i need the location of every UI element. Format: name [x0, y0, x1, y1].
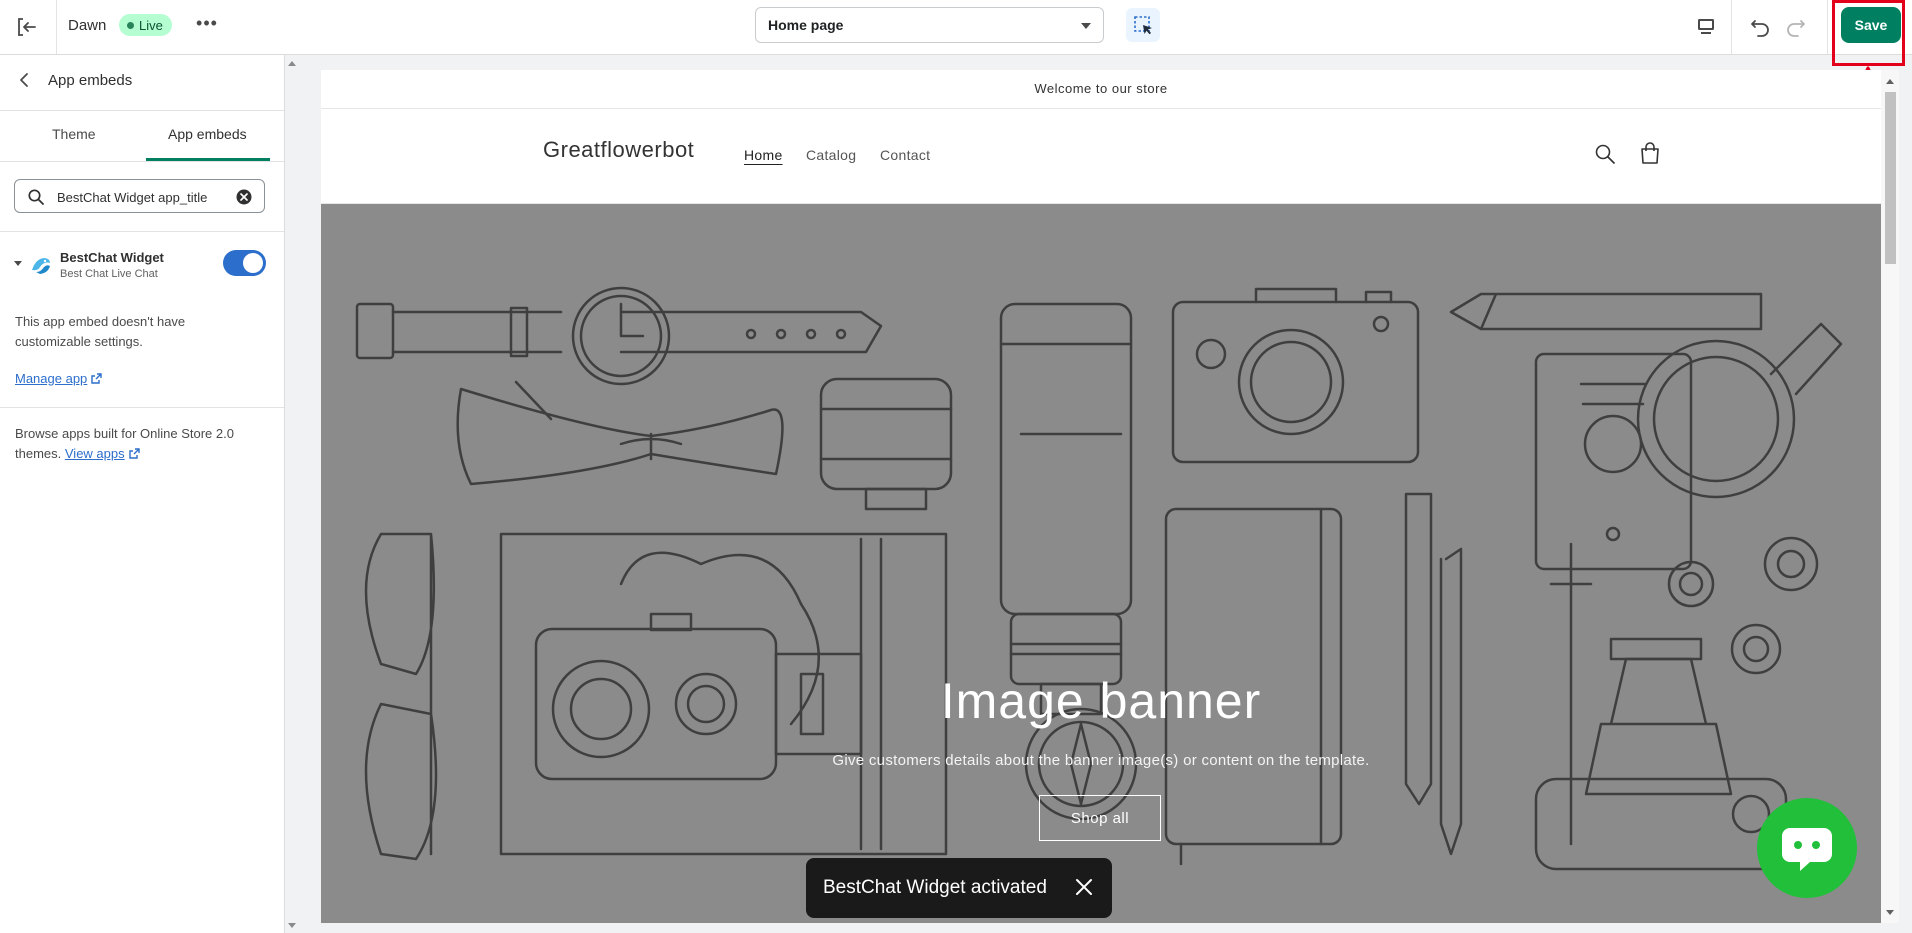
- tab-theme-label: Theme: [52, 126, 96, 142]
- page-select[interactable]: Home page: [755, 7, 1104, 43]
- embed-app-subtitle: Best Chat Live Chat: [60, 268, 158, 280]
- nav-home[interactable]: Home: [744, 147, 783, 163]
- preview-scrollbar[interactable]: [1881, 70, 1899, 923]
- close-icon[interactable]: [1073, 876, 1095, 898]
- scroll-up-icon[interactable]: [1886, 79, 1894, 84]
- tabs-divider: [0, 161, 284, 162]
- view-apps-label: View apps: [64, 446, 125, 461]
- chat-icon: [1782, 828, 1832, 871]
- banner-text: Give customers details about the banner …: [832, 752, 1370, 769]
- tab-theme[interactable]: Theme: [0, 55, 146, 161]
- scroll-down-icon[interactable]: [1886, 910, 1894, 915]
- embed-toggle[interactable]: [223, 250, 266, 276]
- scroll-up-icon[interactable]: [288, 61, 296, 66]
- sidebar: App embeds Theme App embeds BestChat Wid…: [0, 55, 285, 933]
- browse-apps-text: Browse apps built for Online Store 2.0 t…: [15, 424, 270, 464]
- tab-app-embeds[interactable]: App embeds: [146, 55, 270, 161]
- view-apps-link[interactable]: View apps: [65, 446, 140, 461]
- shop-all-button[interactable]: Shop all: [1039, 795, 1161, 841]
- desktop-icon[interactable]: [1692, 12, 1720, 40]
- embed-info-text: This app embed doesn't have customizable…: [15, 314, 186, 349]
- live-badge: Live: [119, 14, 172, 36]
- exit-icon[interactable]: [14, 14, 40, 40]
- bestchat-app-icon: [30, 254, 52, 276]
- nav-contact[interactable]: Contact: [880, 147, 930, 163]
- search-divider: [0, 231, 284, 232]
- toggle-knob: [243, 253, 263, 273]
- live-badge-label: Live: [139, 17, 163, 33]
- chat-widget-button[interactable]: [1757, 798, 1857, 898]
- clear-icon[interactable]: [235, 188, 253, 206]
- store-header: Greatflowerbot Home Catalog Contact: [321, 109, 1881, 204]
- tab-app-embeds-label: App embeds: [168, 126, 247, 142]
- topbar-divider: [1827, 0, 1828, 54]
- topbar-divider: [56, 0, 57, 54]
- toast-notification: BestChat Widget activated: [806, 858, 1112, 918]
- search-icon: [27, 188, 45, 206]
- inspector-icon[interactable]: [1126, 8, 1160, 42]
- embed-app-name: BestChat Widget: [60, 250, 164, 265]
- undo-icon[interactable]: [1746, 12, 1774, 40]
- page-select-value: Home page: [768, 17, 844, 33]
- chevron-down-icon: [1081, 23, 1091, 29]
- store-search-icon[interactable]: [1594, 143, 1616, 165]
- sidebar-tabs: Theme App embeds: [0, 55, 284, 162]
- announcement-bar: Welcome to our store: [321, 70, 1881, 109]
- theme-name: Dawn: [68, 17, 107, 34]
- redo-icon[interactable]: [1782, 12, 1810, 40]
- sidebar-scrollbar[interactable]: [285, 55, 299, 933]
- scrollbar-thumb[interactable]: [1885, 92, 1896, 264]
- cart-icon[interactable]: [1639, 142, 1661, 166]
- toast-message: BestChat Widget activated: [823, 877, 1047, 898]
- save-highlight-box: [1832, 0, 1905, 66]
- manage-app-label: Manage app: [15, 371, 88, 386]
- external-link-icon: [91, 373, 102, 384]
- scroll-down-icon[interactable]: [288, 923, 296, 928]
- manage-app-link[interactable]: Manage app: [15, 371, 102, 386]
- topbar-divider: [1731, 0, 1732, 54]
- store-preview: Welcome to our store Greatflowerbot Home…: [321, 70, 1881, 923]
- editor-topbar: Dawn Live ••• Home page Save: [0, 0, 1912, 55]
- live-dot-icon: [127, 21, 134, 29]
- banner-heading: Image banner: [940, 673, 1262, 729]
- image-banner: Image banner Give customers details abou…: [321, 204, 1881, 923]
- external-link-icon: [128, 448, 140, 459]
- more-icon[interactable]: •••: [196, 14, 218, 38]
- search-input[interactable]: [57, 187, 235, 207]
- nav-catalog[interactable]: Catalog: [806, 147, 856, 163]
- info-divider: [0, 407, 284, 408]
- store-logo[interactable]: Greatflowerbot: [543, 137, 694, 163]
- expand-caret-icon[interactable]: [14, 261, 22, 266]
- search-box: [14, 179, 265, 213]
